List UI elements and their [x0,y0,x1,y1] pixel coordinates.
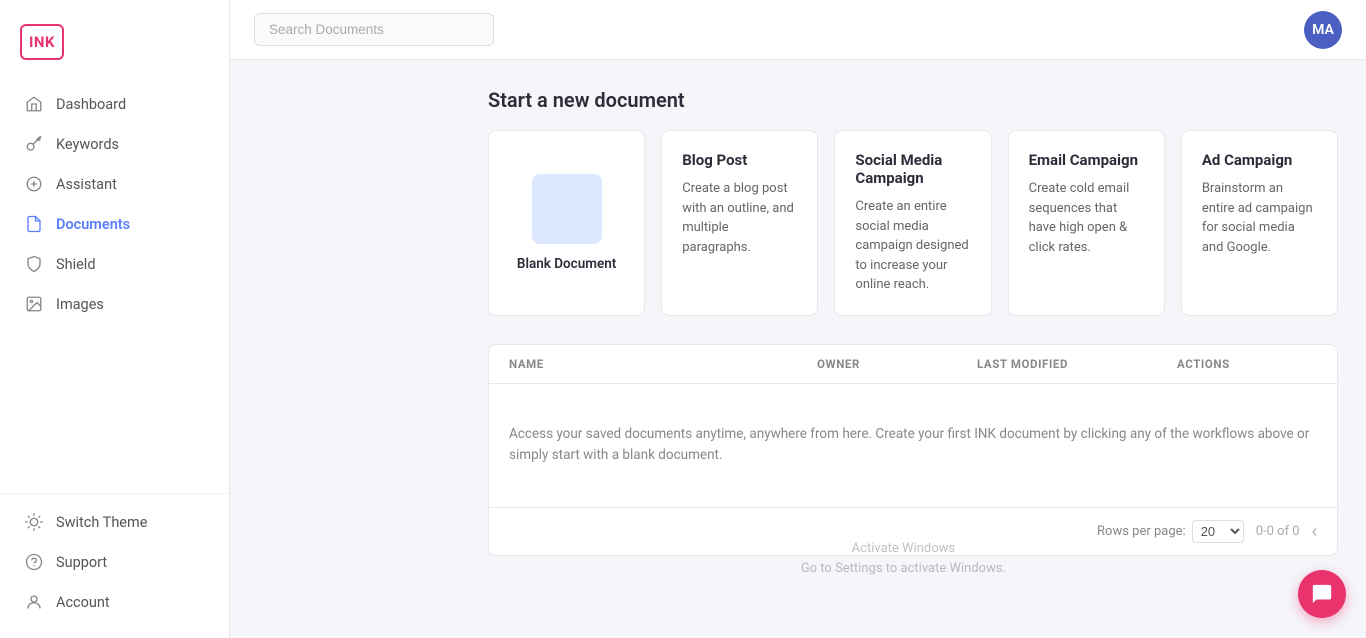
email-campaign-desc: Create cold email sequences that have hi… [1029,179,1144,257]
pagination-prev-icon[interactable]: ‹ [1312,521,1317,542]
docs-icon [24,214,44,234]
account-label: Account [56,594,110,611]
rows-select-input[interactable]: 20 50 100 [1192,520,1244,543]
table-empty-message: Access your saved documents anytime, any… [489,384,1337,507]
logo-area: INK [0,16,229,84]
social-media-title: Social Media Campaign [855,151,970,187]
sidebar-item-assistant[interactable]: Assistant [0,164,229,204]
cards-row: Blank Document Blog Post Create a blog p… [488,130,1338,316]
col-name: NAME [509,357,817,371]
chat-fab-button[interactable] [1298,570,1346,618]
blank-document-label: Blank Document [517,256,616,272]
ad-campaign-desc: Brainstorm an entire ad campaign for soc… [1202,179,1317,257]
home-icon [24,94,44,114]
app-logo[interactable]: INK [20,24,64,60]
sidebar-item-documents[interactable]: Documents [0,204,229,244]
blog-post-desc: Create a blog post with an outline, and … [682,179,797,257]
avatar[interactable]: MA [1304,11,1342,49]
col-owner: OWNER [817,357,977,371]
sidebar-item-account[interactable]: Account [0,582,229,622]
col-actions: ACTIONS [1177,357,1317,371]
sidebar-item-keywords-label: Keywords [56,136,119,153]
social-media-desc: Create an entire social media campaign d… [855,197,970,295]
card-blog-post[interactable]: Blog Post Create a blog post with an out… [661,130,818,316]
page-title: Start a new document [488,88,1338,112]
sidebar-item-assistant-label: Assistant [56,176,117,193]
card-ad-campaign[interactable]: Ad Campaign Brainstorm an entire ad camp… [1181,130,1338,316]
sidebar-item-shield-label: Shield [56,256,96,273]
pagination-info: 0-0 of 0 [1256,524,1300,539]
search-input[interactable] [254,13,494,46]
rows-label: Rows per page: [1097,524,1186,539]
images-icon [24,294,44,314]
card-email-campaign[interactable]: Email Campaign Create cold email sequenc… [1008,130,1165,316]
support-label: Support [56,554,107,571]
col-last-modified: LAST MODIFIED [977,357,1177,371]
support-icon [24,552,44,572]
key-icon [24,134,44,154]
sidebar-item-images[interactable]: Images [0,284,229,324]
shield-icon [24,254,44,274]
sidebar-item-switch-theme[interactable]: Switch Theme [0,502,229,542]
sidebar-item-images-label: Images [56,296,104,313]
sidebar-item-documents-label: Documents [56,216,130,233]
sidebar-item-support[interactable]: Support [0,542,229,582]
switch-theme-label: Switch Theme [56,514,147,531]
sidebar-item-dashboard-label: Dashboard [56,96,126,113]
theme-icon [24,512,44,532]
topbar: MA [230,0,1366,60]
table-header: NAME OWNER LAST MODIFIED ACTIONS [489,345,1337,384]
rows-per-page: Rows per page: 20 50 100 [1097,520,1244,543]
sidebar-item-keywords[interactable]: Keywords [0,124,229,164]
assistant-icon [24,174,44,194]
sidebar-item-shield[interactable]: Shield [0,244,229,284]
blog-post-title: Blog Post [682,151,797,169]
sidebar: INK Dashboard Keywords Assistant [0,0,230,638]
account-icon [24,592,44,612]
blank-document-thumb [532,174,602,244]
sidebar-item-dashboard[interactable]: Dashboard [0,84,229,124]
sidebar-bottom: Switch Theme Support Account [0,493,229,622]
main-content: Start a new document Blank Document Blog… [460,60,1366,638]
documents-table: NAME OWNER LAST MODIFIED ACTIONS Access … [488,344,1338,556]
email-campaign-title: Email Campaign [1029,151,1144,169]
ad-campaign-title: Ad Campaign [1202,151,1317,169]
table-footer: Rows per page: 20 50 100 0-0 of 0 ‹ [489,507,1337,555]
card-social-media[interactable]: Social Media Campaign Create an entire s… [834,130,991,316]
card-blank-document[interactable]: Blank Document [488,130,645,316]
